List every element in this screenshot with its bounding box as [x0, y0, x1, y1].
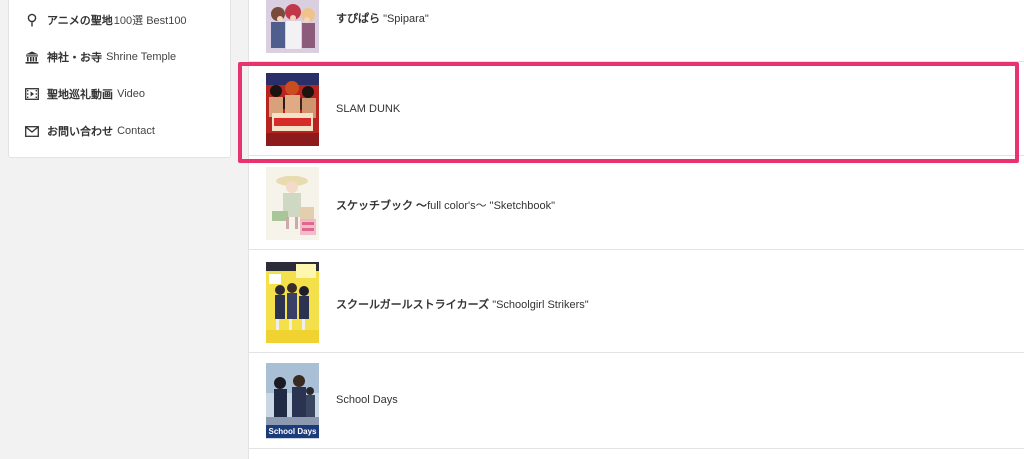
list-item-spipara[interactable]: すぴぱら "Spipara" — [249, 0, 1024, 62]
sidebar-item-video[interactable]: 聖地巡礼動画 Video — [9, 83, 230, 105]
list-item-title: すぴぱら "Spipara" — [336, 13, 429, 25]
sidebar-item-label-jp: アニメの聖地 — [47, 15, 113, 27]
school-days-cover-thumbnail[interactable]: School Days — [266, 363, 319, 439]
list-item-school-days[interactable]: School Days School Days — [249, 353, 1024, 449]
sidebar-item-label-en: Shrine Temple — [106, 51, 177, 63]
sidebar-item-label-jp: お問い合わせ — [47, 126, 113, 138]
temple-icon — [25, 50, 39, 64]
sketchbook-cover-thumbnail[interactable] — [266, 167, 319, 240]
map-pin-icon — [25, 13, 39, 27]
slam-dunk-cover-thumbnail[interactable] — [266, 73, 319, 146]
schoolgirl-strikers-cover-thumbnail[interactable] — [266, 262, 319, 343]
sidebar-item-best100[interactable]: アニメの聖地 100選 Best100 — [9, 9, 230, 31]
list-item-title: School Days — [336, 394, 398, 406]
sidebar-item-shrine-temple[interactable]: 神社・お寺 Shrine Temple — [9, 46, 230, 68]
school-days-logo: School Days — [266, 425, 319, 438]
sidebar-item-contact[interactable]: お問い合わせ Contact — [9, 120, 230, 142]
list-item-title: SLAM DUNK — [336, 103, 401, 115]
list-item-title: スクールガールストライカーズ "Schoolgirl Strikers" — [336, 299, 589, 311]
sidebar-item-label-en: Video — [117, 88, 145, 100]
sidebar-item-label-jp: 聖地巡礼動画 — [47, 89, 113, 101]
anime-list: すぴぱら "Spipara" SLAM DUNK スケッチブック 〜full c… — [248, 0, 1024, 459]
sidebar-item-label-jp: 神社・お寺 — [47, 52, 102, 64]
sidebar-item-label-en: 100選 Best100 — [113, 15, 187, 27]
list-item-schoolgirl-strikers[interactable]: スクールガールストライカーズ "Schoolgirl Strikers" — [249, 250, 1024, 353]
list-item-sketchbook[interactable]: スケッチブック 〜full color's〜 "Sketchbook" — [249, 156, 1024, 250]
sidebar-menu: アニメの聖地 100選 Best100 神社・お寺 Shrine Temple 聖… — [8, 0, 231, 158]
film-icon — [25, 87, 39, 101]
mail-icon — [25, 124, 39, 138]
spipara-cover-thumbnail[interactable] — [266, 0, 319, 53]
list-item-slam-dunk[interactable]: SLAM DUNK — [249, 62, 1024, 156]
list-item-title: スケッチブック 〜full color's〜 "Sketchbook" — [336, 200, 555, 212]
sidebar-item-label-en: Contact — [117, 125, 155, 137]
